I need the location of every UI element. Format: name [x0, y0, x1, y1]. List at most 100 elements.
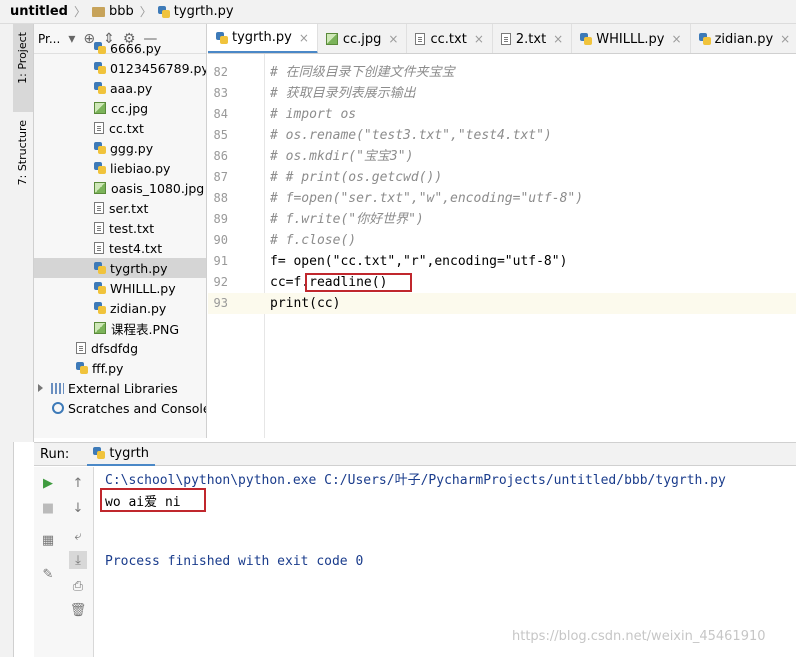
tree-item[interactable]: aaa.py [94, 78, 152, 98]
structure-tool-tab-label: 7: Structure [16, 120, 29, 186]
breadcrumb-file[interactable]: tygrth.py [174, 4, 234, 19]
editor-tab-label: WHILLL.py [596, 31, 665, 47]
tree-item[interactable]: dfsdfdg [76, 338, 138, 358]
text-file-icon [94, 222, 104, 234]
tree-item-label: 6666.py [110, 40, 162, 56]
run-toolbar: ▶ ↑ ■ ↓ ▦ ⤶ ⤓ ✎ ⎙ 🗑 [34, 467, 94, 657]
tree-item-label: 0123456789.py [110, 60, 207, 76]
scroll-down-icon[interactable]: ↓ [69, 499, 87, 517]
code-line[interactable]: 88 # f=open("ser.txt","w",encoding="utf-8… [208, 188, 796, 209]
code-line[interactable]: 93 print(cc) [208, 293, 796, 314]
tree-item[interactable]: test4.txt [94, 238, 162, 258]
tree-item[interactable]: 课程表.PNG [94, 318, 179, 338]
tree-item[interactable]: ser.txt [94, 198, 148, 218]
tree-item[interactable]: fff.py [76, 358, 123, 378]
code-text: # # print(os.getcwd()) [270, 170, 443, 185]
editor-tab-label: cc.txt [430, 31, 467, 47]
annotation-box [305, 273, 412, 292]
chevron-right-icon[interactable] [38, 384, 43, 392]
scroll-up-icon[interactable]: ↑ [69, 474, 87, 492]
close-icon[interactable]: × [474, 32, 484, 46]
navigation-bar: untitled 〉 bbb 〉 tygrth.py [0, 0, 796, 24]
tree-item[interactable]: zidian.py [94, 298, 166, 318]
trash-icon[interactable]: 🗑 [69, 601, 87, 619]
tree-item[interactable]: 0123456789.py [94, 58, 207, 78]
line-number: 92 [213, 275, 228, 289]
line-number: 87 [213, 170, 228, 184]
project-panel: Pr... ▾ ⊕ ⇕ ⚙ — 6666.py 0123456789.py aaa.… [34, 24, 207, 438]
line-number: 83 [213, 86, 228, 100]
code-line[interactable]: 87 # # print(os.getcwd()) [208, 167, 796, 188]
editor-tab[interactable]: tygrth.py × [208, 24, 318, 53]
soft-wrap-icon[interactable]: ⤶ [69, 527, 87, 545]
editor-tab-label: cc.jpg [342, 31, 382, 47]
python-file-icon [94, 142, 106, 154]
tree-item-label: oasis_1080.jpg [111, 180, 205, 196]
tree-item[interactable]: test.txt [94, 218, 154, 238]
editor-tab[interactable]: zidian.py × [691, 24, 796, 53]
code-line[interactable]: 82 # 在同级目录下创建文件夹宝宝 [208, 62, 796, 83]
tree-item-label: Scratches and Consoles [68, 400, 207, 416]
rerun-icon[interactable]: ▶ [39, 474, 57, 492]
layout-icon[interactable]: ▦ [39, 531, 57, 549]
tree-item[interactable]: Scratches and Consoles [38, 398, 207, 418]
code-editor[interactable]: 82 # 在同级目录下创建文件夹宝宝 83 # 获取目录列表展示输出 84 # impor… [208, 54, 796, 438]
code-line[interactable]: 91 f= open("cc.txt","r",encoding="utf-8") [208, 251, 796, 272]
code-line[interactable]: 92 cc=f.readline() [208, 272, 796, 293]
code-line[interactable]: 86 # os.mkdir("宝宝3") [208, 146, 796, 167]
text-file-icon [94, 122, 104, 134]
editor-tab-label: tygrth.py [232, 30, 292, 45]
code-line[interactable]: 85 # os.rename("test3.txt","test4.txt") [208, 125, 796, 146]
editor-tab[interactable]: 2.txt × [493, 24, 573, 53]
library-icon [51, 382, 64, 394]
close-icon[interactable]: × [672, 32, 682, 46]
breadcrumb-project[interactable]: untitled [10, 4, 68, 19]
stop-icon[interactable]: ■ [39, 499, 57, 517]
code-text: # f.write("你好世界") [270, 212, 424, 227]
python-run-icon [93, 447, 106, 459]
python-file-icon [94, 282, 106, 294]
code-text: # 在同级目录下创建文件夹宝宝 [270, 65, 455, 80]
tree-item[interactable]: 6666.py [94, 38, 161, 58]
scroll-to-end-icon[interactable]: ⤓ [69, 551, 87, 569]
close-icon[interactable]: × [388, 32, 398, 46]
watermark: https://blog.csdn.net/weixin_45461910 [512, 629, 766, 644]
print-icon[interactable]: ⎙ [69, 577, 87, 595]
structure-tool-tab[interactable]: 7: Structure [13, 112, 34, 196]
dropdown-arrow-icon[interactable]: ▾ [68, 31, 75, 47]
code-text: # os.rename("test3.txt","test4.txt") [270, 128, 552, 143]
run-label: Run: [40, 446, 70, 462]
tree-item[interactable]: cc.jpg [94, 98, 148, 118]
python-file-icon [94, 62, 106, 74]
python-file-icon [94, 262, 106, 274]
tree-item[interactable]: tygrth.py [34, 258, 206, 278]
left-tool-strip [0, 24, 14, 657]
run-tab[interactable]: tygrth [87, 442, 156, 466]
close-icon[interactable]: × [553, 32, 563, 46]
breadcrumb-folder[interactable]: bbb [109, 4, 134, 19]
tree-item-label: ggg.py [110, 140, 154, 156]
scratch-icon [52, 402, 64, 414]
code-line[interactable]: 83 # 获取目录列表展示输出 [208, 83, 796, 104]
code-line[interactable]: 90 # f.close() [208, 230, 796, 251]
code-line[interactable]: 89 # f.write("你好世界") [208, 209, 796, 230]
editor-tab[interactable]: WHILLL.py × [572, 24, 691, 53]
editor-tab[interactable]: cc.txt × [407, 24, 493, 53]
tree-item[interactable]: External Libraries [38, 378, 178, 398]
project-tool-tab[interactable]: 1: Project [13, 24, 34, 112]
project-view-selector[interactable]: Pr... [38, 32, 60, 46]
python-file-icon [94, 42, 106, 54]
close-icon[interactable]: × [299, 31, 309, 45]
tree-item[interactable]: oasis_1080.jpg [94, 178, 204, 198]
breadcrumb-separator-icon: 〉 [73, 5, 86, 19]
tree-item[interactable]: liebiao.py [94, 158, 170, 178]
pin-icon[interactable]: ✎ [39, 565, 57, 583]
close-icon[interactable]: × [780, 32, 790, 46]
code-line[interactable]: 84 # import os [208, 104, 796, 125]
editor-tab[interactable]: cc.jpg × [318, 24, 408, 53]
tree-item[interactable]: WHILLL.py [94, 278, 176, 298]
tree-item[interactable]: ggg.py [94, 138, 153, 158]
code-text: # import os [270, 107, 357, 122]
tree-item[interactable]: cc.txt [94, 118, 144, 138]
editor-tab-bar: tygrth.py × cc.jpg × cc.txt × 2.txt × WHILLL.py ×… [208, 24, 796, 54]
